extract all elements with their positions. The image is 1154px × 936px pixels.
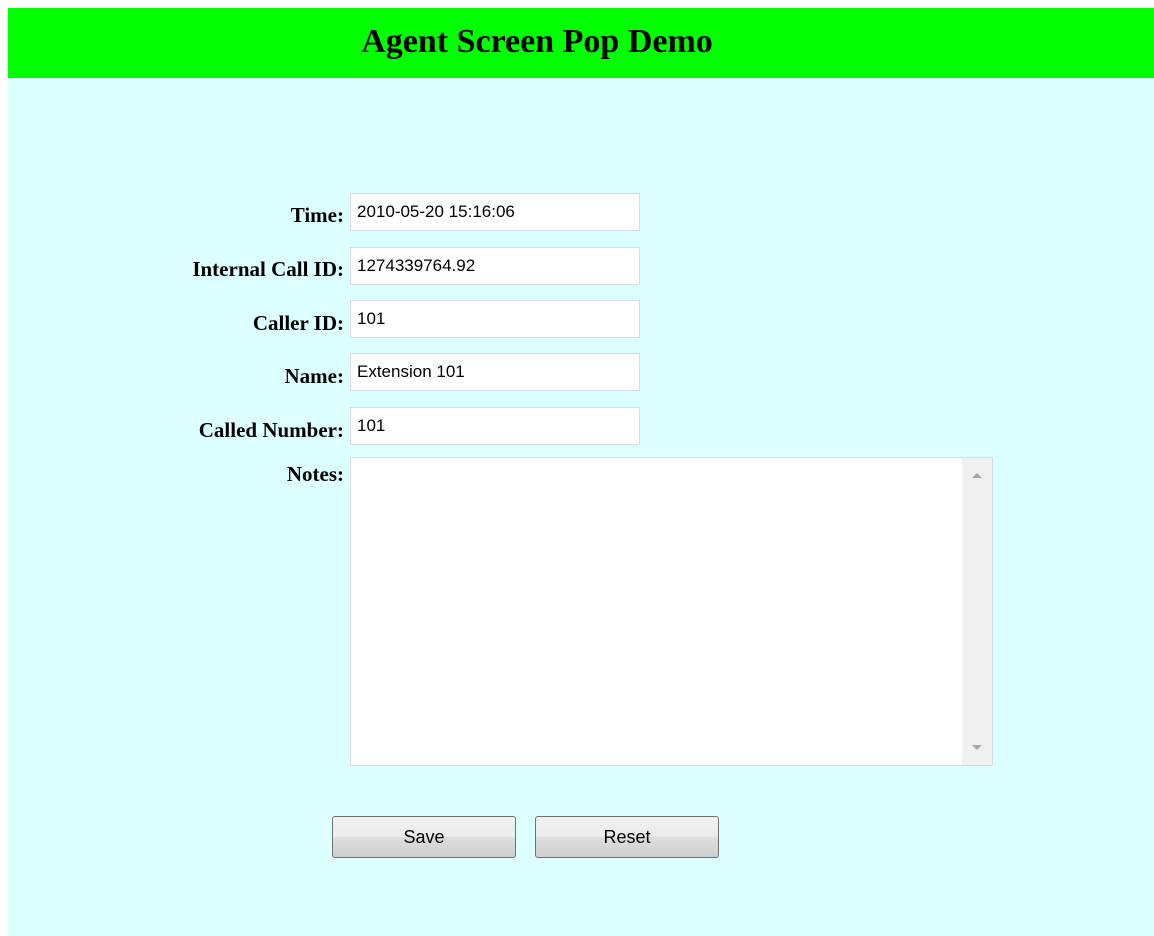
internal-call-id-label: Internal Call ID: (192, 257, 344, 281)
page-body: Agent Screen Pop Demo Time: 2010-05-20 1… (8, 8, 1154, 936)
header-bar: Agent Screen Pop Demo (8, 8, 1154, 78)
notes-text[interactable] (355, 462, 958, 761)
time-field[interactable]: 2010-05-20 15:16:06 (350, 193, 640, 231)
called-number-field[interactable]: 101 (350, 407, 640, 445)
save-button[interactable]: Save (332, 816, 516, 858)
page-title: Agent Screen Pop Demo (361, 23, 713, 60)
caller-id-label: Caller ID: (252, 311, 344, 335)
internal-call-id-field[interactable]: 1274339764.92 (350, 247, 640, 285)
notes-textarea[interactable] (350, 457, 993, 766)
notes-label: Notes: (286, 462, 344, 486)
reset-button[interactable]: Reset (535, 816, 719, 858)
name-field[interactable]: Extension 101 (350, 353, 640, 391)
caller-id-field[interactable]: 101 (350, 300, 640, 338)
scroll-down-icon[interactable] (972, 745, 982, 750)
name-label: Name: (284, 364, 344, 388)
scroll-up-icon[interactable] (972, 473, 982, 478)
called-number-label: Called Number: (198, 418, 344, 442)
time-label: Time: (290, 203, 344, 227)
notes-scrollbar[interactable] (962, 458, 992, 765)
